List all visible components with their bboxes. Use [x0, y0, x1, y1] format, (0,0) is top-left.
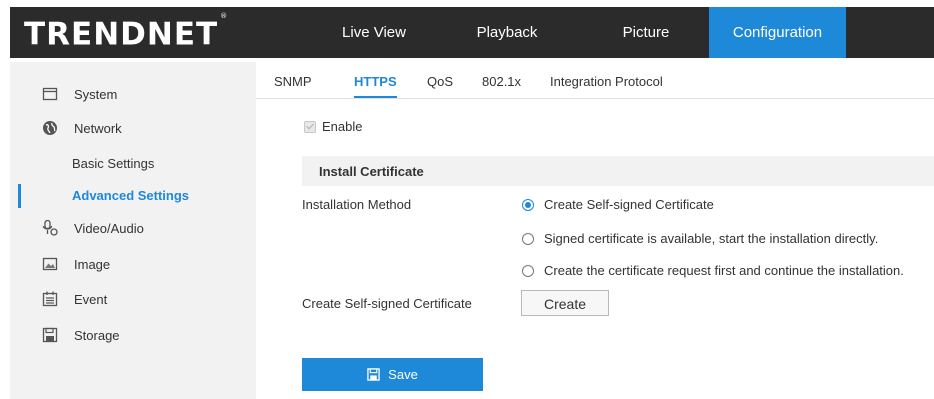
logo-text: TRENDNET: [24, 16, 219, 53]
event-icon: [42, 291, 58, 307]
sidebar-item-label: System: [74, 87, 118, 102]
sidebar-item-advanced-settings[interactable]: Advanced Settings: [0, 181, 246, 211]
brand-logo: TRENDNET®: [24, 11, 228, 54]
install-certificate-section: Install Certificate: [302, 156, 934, 186]
sidebar-item-network[interactable]: Network: [0, 114, 246, 144]
storage-icon: [42, 327, 58, 343]
nav-playback[interactable]: Playback: [457, 7, 557, 58]
create-cert-label: Create Self-signed Certificate: [302, 296, 472, 311]
tab-802-1x[interactable]: 802.1x: [482, 74, 521, 89]
option-self-signed-label: Create Self-signed Certificate: [544, 197, 714, 212]
nav-live-view[interactable]: Live View: [323, 7, 425, 58]
tab-https[interactable]: HTTPS: [354, 74, 397, 98]
sidebar-item-basic-settings[interactable]: Basic Settings: [0, 149, 246, 179]
installation-method-label: Installation Method: [302, 197, 412, 212]
nav-picture[interactable]: Picture: [596, 7, 696, 58]
tab-integration-protocol[interactable]: Integration Protocol: [550, 74, 663, 89]
image-icon: [42, 257, 58, 271]
tab-snmp[interactable]: SNMP: [274, 74, 312, 89]
option-certificate-request-label: Create the certificate request first and…: [544, 263, 904, 278]
save-icon: [367, 368, 380, 381]
sidebar-item-label: Network: [74, 121, 122, 136]
registered-mark: ®: [220, 12, 229, 20]
nav-configuration[interactable]: Configuration: [709, 7, 846, 58]
sidebar-item-label: Storage: [74, 328, 120, 343]
enable-checkbox[interactable]: [304, 121, 316, 133]
top-nav-bar: TRENDNET® Live View Playback Picture Con…: [0, 0, 934, 62]
enable-label: Enable: [322, 119, 363, 134]
video-audio-icon: [42, 220, 58, 236]
radio-self-signed[interactable]: [522, 199, 534, 211]
radio-signed-available[interactable]: [522, 233, 534, 245]
sidebar-item-system[interactable]: System: [0, 80, 246, 110]
radio-certificate-request[interactable]: [522, 265, 534, 277]
sidebar-item-label: Event: [74, 292, 108, 307]
tab-qos[interactable]: QoS: [427, 74, 453, 89]
option-signed-available-label: Signed certificate is available, start t…: [544, 231, 879, 246]
sidebar-item-label: Image: [74, 257, 111, 272]
sidebar-item-storage[interactable]: Storage: [0, 321, 246, 351]
sidebar-item-label: Video/Audio: [74, 221, 144, 236]
create-button[interactable]: Create: [521, 290, 609, 316]
sidebar-item-label: Basic Settings: [72, 156, 155, 171]
monitor-icon: [42, 87, 58, 101]
section-title: Install Certificate: [319, 164, 424, 179]
save-button[interactable]: Save: [302, 358, 483, 391]
sidebar-item-event[interactable]: Event: [0, 285, 246, 315]
sidebar-item-label: Advanced Settings: [72, 188, 190, 203]
save-button-label: Save: [388, 367, 418, 382]
settings-tabs: SNMP HTTPS QoS 802.1x Integration Protoc…: [256, 62, 934, 99]
globe-icon: [43, 121, 57, 135]
sidebar-item-image[interactable]: Image: [0, 250, 246, 280]
sidebar-item-video-audio[interactable]: Video/Audio: [0, 214, 246, 244]
